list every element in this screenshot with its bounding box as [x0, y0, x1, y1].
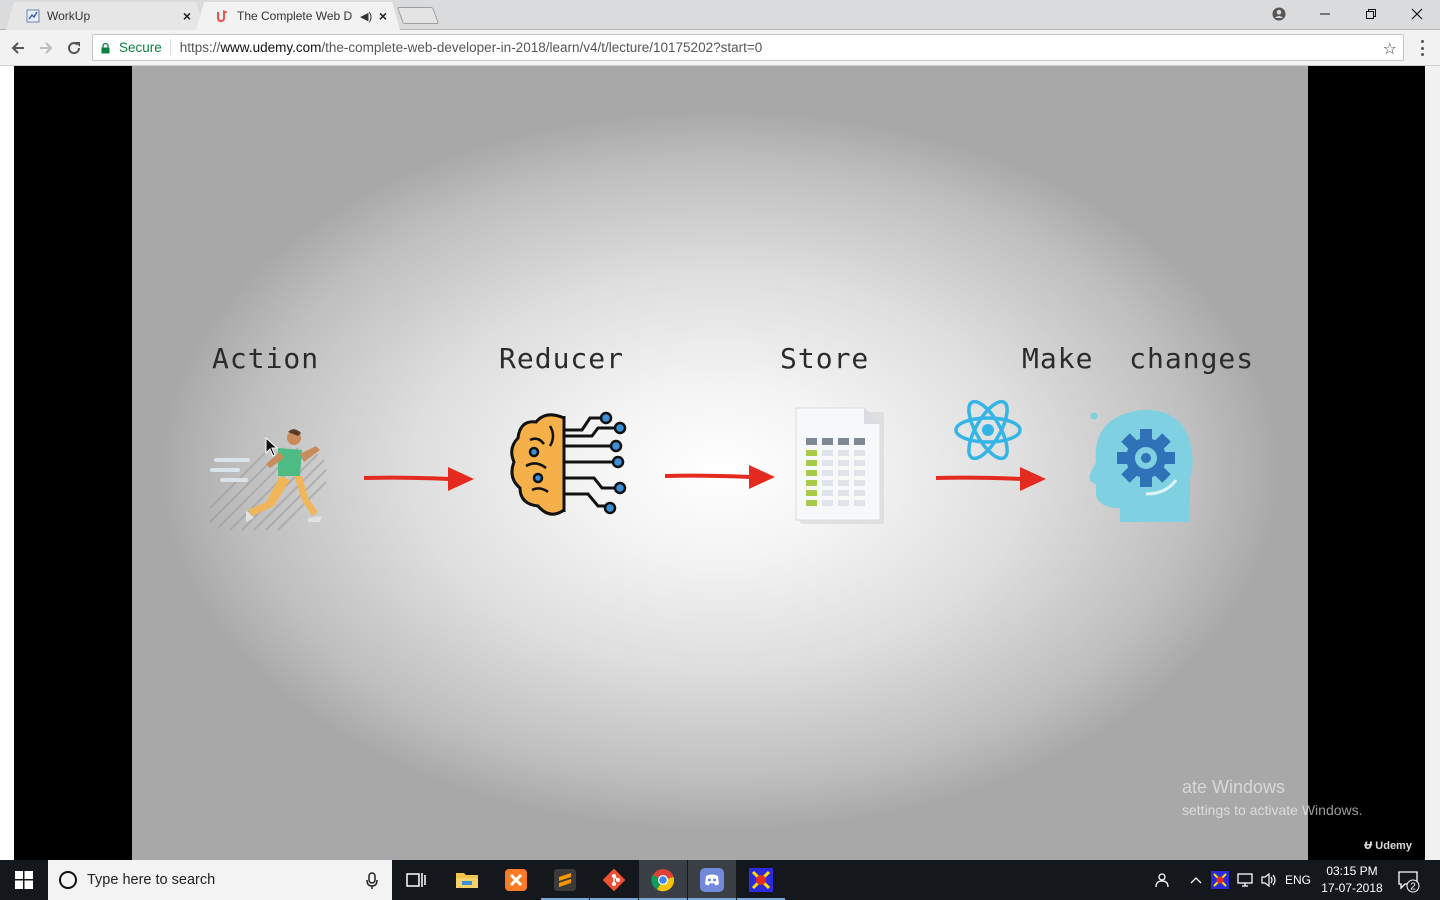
udemy-watermark-label: Udemy: [1375, 840, 1412, 852]
udemy-logo-icon: ᵾ: [1364, 836, 1373, 852]
xampp-icon[interactable]: [492, 860, 540, 900]
git-icon[interactable]: [590, 860, 638, 900]
tab-title: WorkUp: [47, 9, 91, 23]
maximize-icon[interactable]: [1348, 0, 1394, 28]
language-indicator[interactable]: ENG: [1282, 860, 1314, 900]
tab-workup[interactable]: WorkUp ×: [6, 2, 204, 30]
step-label-action: Action: [212, 342, 320, 375]
close-icon[interactable]: [1394, 0, 1440, 28]
step-label-reducer: Reducer: [499, 342, 625, 375]
sublime-text-icon[interactable]: [541, 860, 589, 900]
activate-windows-heading: ate Windows: [1182, 777, 1286, 797]
mouse-cursor-icon: [265, 436, 279, 462]
people-icon[interactable]: [1148, 860, 1174, 900]
taskbar-search-input[interactable]: Type here to search: [48, 860, 392, 900]
brain-circuit-icon: [506, 406, 630, 531]
app-icon[interactable]: [737, 860, 785, 900]
browser-menu-icon[interactable]: [1415, 38, 1429, 58]
red-arrow-icon: [934, 462, 1048, 501]
video-frame[interactable]: Action Reducer Store Make changes: [132, 66, 1308, 860]
microphone-icon[interactable]: [366, 872, 378, 894]
file-explorer-icon[interactable]: [443, 860, 491, 900]
address-bar[interactable]: Secure https://www.udemy.com/the-complet…: [92, 34, 1404, 61]
action-center-icon[interactable]: 2: [1396, 868, 1422, 894]
discord-icon[interactable]: [688, 860, 736, 900]
reload-icon[interactable]: [62, 36, 86, 60]
security-indicator[interactable]: Secure: [93, 39, 171, 56]
page-viewport: Action Reducer Store Make changes ate Wi…: [0, 66, 1440, 860]
url-scheme: https://: [179, 40, 221, 55]
red-arrow-icon: [362, 462, 476, 501]
tab-udemy[interactable]: The Complete Web D ◀) ×: [196, 2, 400, 30]
react-logo-icon: [952, 396, 1024, 469]
forward-icon[interactable]: [34, 36, 58, 60]
tray-app-icon[interactable]: [1208, 860, 1232, 900]
page-left-edge: [0, 66, 14, 860]
url-path: /the-complete-web-developer-in-2018/lear…: [321, 40, 763, 55]
step-label-store: Store: [780, 342, 870, 375]
bookmark-star-icon[interactable]: ☆: [1383, 39, 1397, 59]
back-icon[interactable]: [6, 36, 30, 60]
profile-icon[interactable]: [1256, 0, 1302, 28]
network-icon[interactable]: [1234, 860, 1256, 900]
red-arrow-icon: [663, 460, 777, 499]
scrollbar[interactable]: [1425, 66, 1440, 860]
clock-date: 17-07-2018: [1321, 881, 1383, 895]
lock-icon: [101, 42, 110, 54]
system-clock[interactable]: 03:15 PM 17-07-2018: [1316, 863, 1388, 897]
tab-title: The Complete Web D: [237, 9, 353, 23]
clock-time: 03:15 PM: [1326, 864, 1378, 878]
udemy-watermark: ᵾ Udemy: [1364, 836, 1412, 852]
chevron-up-icon[interactable]: [1186, 860, 1206, 900]
tab-close-icon[interactable]: ×: [376, 9, 390, 23]
secure-label: Secure: [119, 40, 162, 55]
cortana-icon: [59, 871, 77, 889]
task-view-icon[interactable]: [392, 860, 440, 900]
notification-count: 2: [1410, 882, 1416, 893]
chrome-icon[interactable]: [639, 860, 687, 900]
windows-start-icon[interactable]: [0, 860, 48, 900]
tab-close-icon[interactable]: ×: [180, 9, 194, 23]
minimize-icon[interactable]: [1302, 0, 1348, 28]
tab-strip: WorkUp × The Complete Web D ◀) ×: [0, 0, 1440, 30]
search-placeholder: Type here to search: [87, 872, 216, 888]
head-gear-icon: [1084, 404, 1200, 533]
windows-taskbar: Type here to search ENG 03:15 PM 17-07-2…: [0, 860, 1440, 900]
volume-icon[interactable]: [1258, 860, 1280, 900]
step-label-make-changes: Make changes: [1022, 342, 1255, 375]
speaker-icon[interactable]: ◀): [360, 10, 374, 23]
browser-toolbar: Secure https://www.udemy.com/the-complet…: [0, 30, 1440, 66]
url-text[interactable]: https://www.udemy.com/the-complete-web-d…: [171, 40, 762, 55]
udemy-favicon-icon: [216, 9, 230, 23]
url-host: www.udemy.com: [220, 40, 322, 55]
activate-windows-text: settings to activate Windows.: [1182, 802, 1363, 818]
spreadsheet-document-icon: [792, 406, 888, 531]
new-tab-button[interactable]: [396, 7, 440, 24]
workup-favicon-icon: [26, 9, 40, 23]
